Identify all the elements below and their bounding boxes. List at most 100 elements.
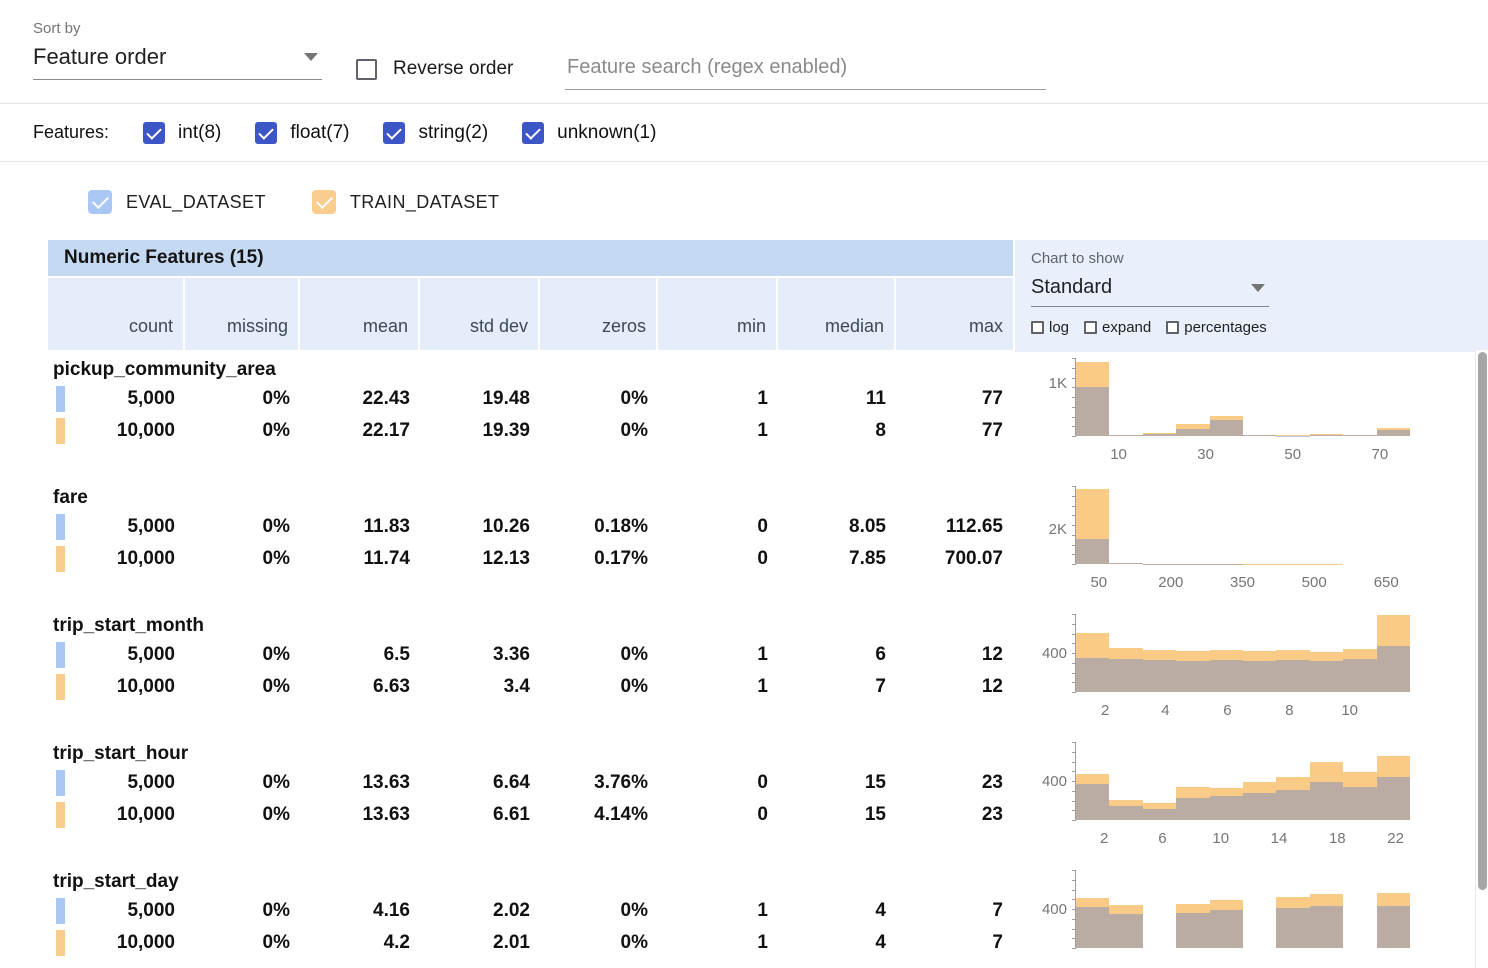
stat-std_dev: 6.61: [420, 804, 540, 826]
train-stat-row: 10,0000%22.1719.390%1877: [48, 415, 1013, 447]
reverse-order-checkbox[interactable]: [356, 59, 377, 80]
y-axis-tick: [1072, 564, 1076, 565]
stat-missing: 0%: [185, 932, 300, 954]
column-header-count: count: [48, 278, 185, 350]
stat-max: 7: [896, 900, 1013, 922]
stat-count: 10,000: [48, 804, 185, 826]
stat-zeros: 0%: [540, 420, 658, 442]
stat-missing: 0%: [185, 516, 300, 538]
eval-stat-row: 5,0000%13.636.643.76%01523: [48, 767, 1013, 799]
x-axis-tick-label: 2: [1101, 702, 1109, 719]
feature-type-checkbox[interactable]: [255, 122, 277, 144]
x-axis-tick-label: 10: [1212, 830, 1229, 847]
chart-toggle-checkbox[interactable]: [1166, 321, 1179, 334]
eval-bar: [1377, 906, 1410, 948]
stat-mean: 4.16: [300, 900, 420, 922]
stat-std_dev: 12.13: [420, 548, 540, 570]
stat-max: 112.65: [896, 516, 1013, 538]
stat-min: 1: [658, 932, 778, 954]
eval-stat-row: 5,0000%6.53.360%1612: [48, 639, 1013, 671]
histogram-plot: [1075, 742, 1410, 820]
stat-missing: 0%: [185, 548, 300, 570]
feature-block: trip_start_day 5,0000%4.162.020%147 10,0…: [48, 864, 1488, 968]
stat-median: 8.05: [778, 516, 896, 538]
eval-bar: [1076, 539, 1109, 564]
stat-max: 77: [896, 388, 1013, 410]
eval-swatch: [56, 642, 65, 668]
feature-type-filter: int(8): [143, 122, 221, 144]
x-axis-tick-label: 350: [1230, 574, 1255, 591]
toolbar: Sort by Feature order Reverse order: [0, 0, 1488, 104]
stat-missing: 0%: [185, 420, 300, 442]
histogram-plot: [1075, 358, 1410, 436]
chart-toggle: log: [1031, 319, 1069, 336]
eval-bar: [1310, 906, 1343, 948]
chart-toggle-label: log: [1049, 319, 1069, 336]
histogram-plot: [1075, 486, 1410, 564]
sort-by-value: Feature order: [33, 44, 166, 70]
stat-zeros: 3.76%: [540, 772, 658, 794]
scrollbar-thumb[interactable]: [1478, 352, 1487, 890]
eval-bar: [1276, 908, 1309, 948]
stat-mean: 4.2: [300, 932, 420, 954]
x-axis-tick-label: 10: [1341, 702, 1358, 719]
dataset-label: TRAIN_DATASET: [350, 192, 500, 213]
stat-max: 23: [896, 772, 1013, 794]
dataset-label: EVAL_DATASET: [126, 192, 266, 213]
stat-count: 5,000: [48, 516, 185, 538]
stat-mean: 11.83: [300, 516, 420, 538]
stat-count: 5,000: [48, 644, 185, 666]
histogram-plot: [1075, 614, 1410, 692]
feature-type-label: int(8): [178, 122, 221, 144]
sort-by-group: Sort by Feature order: [33, 20, 322, 80]
x-axis-tick-label: 2: [1100, 830, 1108, 847]
table-head-left: Numeric Features (15) countmissingmeanst…: [48, 240, 1013, 352]
stat-count: 5,000: [48, 388, 185, 410]
stat-min: 1: [658, 900, 778, 922]
eval-bar: [1276, 790, 1309, 820]
eval-bar: [1377, 777, 1410, 820]
reverse-order-label: Reverse order: [393, 58, 513, 80]
sort-by-select[interactable]: Feature order: [33, 44, 322, 80]
y-axis-tick: [1072, 948, 1076, 949]
stat-min: 1: [658, 644, 778, 666]
feature-type-label: float(7): [290, 122, 349, 144]
chart-type-select[interactable]: Standard: [1031, 271, 1269, 307]
dataset-checkbox[interactable]: [312, 190, 336, 214]
feature-block: pickup_community_area 5,0000%22.4319.480…: [48, 352, 1488, 480]
stat-min: 0: [658, 548, 778, 570]
facets-overview-page: Sort by Feature order Reverse order Feat…: [0, 0, 1488, 968]
stat-min: 1: [658, 676, 778, 698]
stat-zeros: 0%: [540, 644, 658, 666]
x-axis-tick-label: 200: [1158, 574, 1183, 591]
stat-median: 7.85: [778, 548, 896, 570]
chart-toggle-checkbox[interactable]: [1031, 321, 1044, 334]
eval-bar: [1243, 435, 1276, 436]
stat-mean: 22.43: [300, 388, 420, 410]
feature-search-input[interactable]: [565, 56, 1046, 90]
stat-zeros: 0%: [540, 932, 658, 954]
feature-type-checkbox[interactable]: [383, 122, 405, 144]
feature-type-checkbox[interactable]: [522, 122, 544, 144]
feature-block: trip_start_hour 5,0000%13.636.643.76%015…: [48, 736, 1488, 864]
eval-bar: [1176, 798, 1209, 820]
stat-median: 6: [778, 644, 896, 666]
train-stat-row: 10,0000%11.7412.130.17%07.85700.07: [48, 543, 1013, 575]
column-header-std-dev: std dev: [420, 278, 540, 350]
dataset-checkbox[interactable]: [88, 190, 112, 214]
eval-stat-row: 5,0000%11.8310.260.18%08.05112.65: [48, 511, 1013, 543]
eval-bar: [1109, 435, 1142, 436]
feature-histogram: 1K10305070: [1013, 352, 1488, 480]
chart-toggle-checkbox[interactable]: [1084, 321, 1097, 334]
eval-bar: [1210, 420, 1243, 436]
chart-type-value: Standard: [1031, 276, 1112, 299]
stat-missing: 0%: [185, 772, 300, 794]
feature-type-checkbox[interactable]: [143, 122, 165, 144]
table-title-band: Numeric Features (15): [48, 240, 1013, 278]
stat-missing: 0%: [185, 804, 300, 826]
eval-bar: [1076, 658, 1109, 692]
stat-median: 15: [778, 772, 896, 794]
x-axis-tick-label: 4: [1161, 702, 1169, 719]
train-swatch: [56, 546, 65, 572]
stat-zeros: 0.17%: [540, 548, 658, 570]
